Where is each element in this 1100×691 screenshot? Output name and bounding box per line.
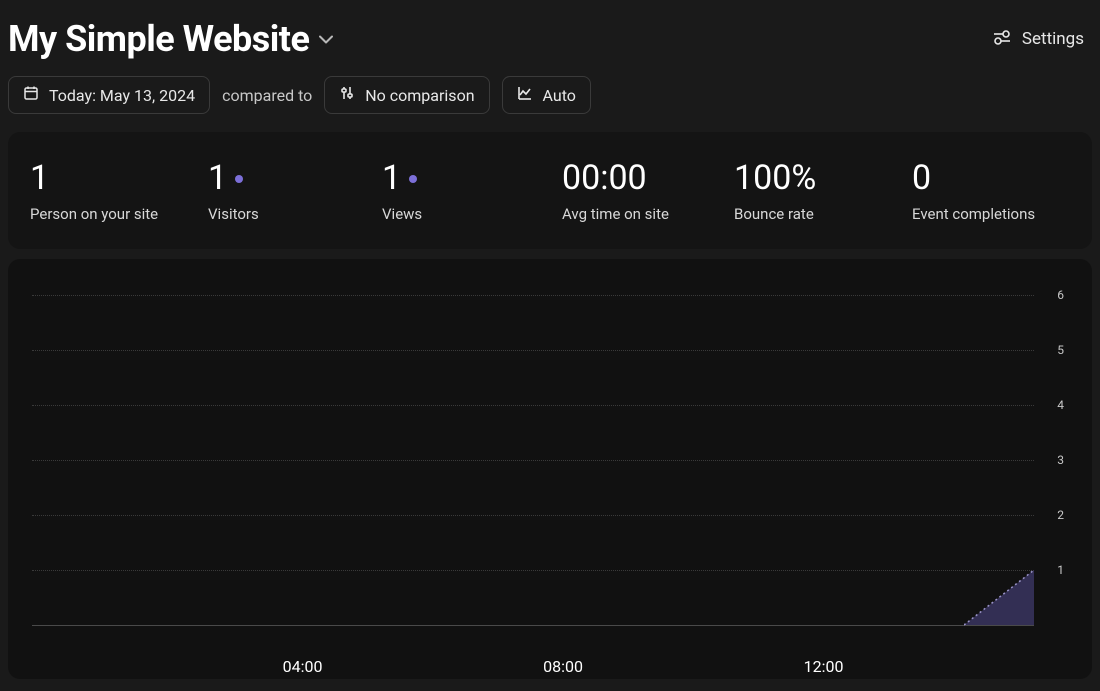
compared-to-text: compared to xyxy=(222,86,312,105)
stat-people-on-site[interactable]: 1 Person on your site xyxy=(30,160,208,223)
chart-panel: 1 2 3 4 5 6 04:00 08:00 12:00 xyxy=(8,259,1092,679)
stat-label: Avg time on site xyxy=(562,205,734,223)
baseline xyxy=(32,625,1034,626)
stat-value: 0 xyxy=(912,160,931,197)
stat-value: 1 xyxy=(382,160,401,197)
stat-label: Bounce rate xyxy=(734,205,912,223)
stat-value: 1 xyxy=(30,160,49,197)
stats-panel: 1 Person on your site 1 Visitors 1 Views… xyxy=(8,132,1092,249)
sliders-icon xyxy=(339,85,355,105)
x-axis-label: 12:00 xyxy=(804,657,844,676)
chart-area[interactable]: 1 2 3 4 5 6 xyxy=(32,275,1072,635)
x-axis-labels: 04:00 08:00 12:00 xyxy=(32,657,1034,673)
y-axis-label: 3 xyxy=(1057,453,1064,467)
stat-views[interactable]: 1 Views xyxy=(382,160,562,223)
pulse-dot-icon xyxy=(235,175,243,183)
chart-line-icon xyxy=(517,85,533,105)
stat-value: 1 xyxy=(208,160,227,197)
site-selector[interactable]: My Simple Website xyxy=(8,18,333,60)
calendar-icon xyxy=(23,85,39,105)
gridline xyxy=(32,350,1034,351)
date-picker-button[interactable]: Today: May 13, 2024 xyxy=(8,76,210,114)
settings-icon xyxy=(992,29,1012,50)
comparison-picker-button[interactable]: No comparison xyxy=(324,76,489,114)
stat-label: Person on your site xyxy=(30,205,208,223)
settings-button[interactable]: Settings xyxy=(992,29,1092,50)
chevron-down-icon xyxy=(319,35,333,44)
pulse-dot-icon xyxy=(409,175,417,183)
interval-label: Auto xyxy=(543,86,576,105)
stat-bounce-rate[interactable]: 100% Bounce rate xyxy=(734,160,912,223)
y-axis-label: 2 xyxy=(1057,508,1064,522)
y-axis-label: 5 xyxy=(1057,343,1064,357)
gridline xyxy=(32,515,1034,516)
gridline xyxy=(32,570,1034,571)
stat-event-completions[interactable]: 0 Event completions xyxy=(912,160,1082,223)
stat-value: 100% xyxy=(734,160,816,197)
comparison-label: No comparison xyxy=(365,86,474,105)
stat-value: 00:00 xyxy=(562,160,647,197)
stat-visitors[interactable]: 1 Visitors xyxy=(208,160,382,223)
y-axis-label: 4 xyxy=(1057,398,1064,412)
interval-picker-button[interactable]: Auto xyxy=(502,76,591,114)
stat-label: Event completions xyxy=(912,205,1082,223)
stat-avg-time[interactable]: 00:00 Avg time on site xyxy=(562,160,734,223)
y-axis-label: 6 xyxy=(1057,288,1064,302)
page-title: My Simple Website xyxy=(8,18,309,60)
date-label: Today: May 13, 2024 xyxy=(49,86,195,105)
x-axis-label: 08:00 xyxy=(543,657,583,676)
stat-label: Visitors xyxy=(208,205,382,223)
settings-label: Settings xyxy=(1022,29,1084,49)
y-axis-label: 1 xyxy=(1057,563,1064,577)
x-axis-label: 04:00 xyxy=(283,657,323,676)
gridline xyxy=(32,295,1034,296)
gridline xyxy=(32,405,1034,406)
chart-area-fill xyxy=(964,570,1034,627)
gridline xyxy=(32,460,1034,461)
stat-label: Views xyxy=(382,205,562,223)
